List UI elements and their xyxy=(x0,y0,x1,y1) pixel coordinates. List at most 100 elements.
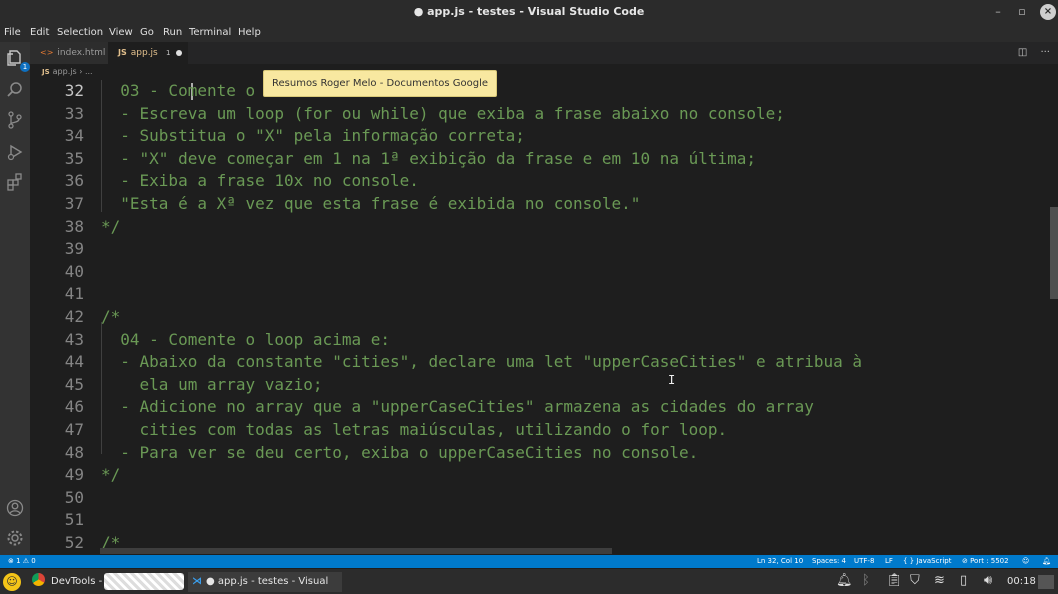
show-desktop-icon[interactable] xyxy=(1038,575,1054,589)
cursor-position[interactable]: Ln 32, Col 10 xyxy=(757,555,803,568)
close-icon[interactable]: × xyxy=(1040,4,1056,20)
vscode-icon: ⋊ xyxy=(192,576,202,587)
breadcrumb: JS app.js › ... xyxy=(30,64,1058,80)
menu-go[interactable]: Go xyxy=(140,27,154,38)
menu-run[interactable]: Run xyxy=(163,27,182,38)
line-number: 33 xyxy=(64,103,84,123)
gear-icon[interactable] xyxy=(5,528,25,548)
maximize-icon[interactable]: ▫ xyxy=(1014,4,1030,20)
line-number: 37 xyxy=(64,194,84,213)
encoding[interactable]: UTF-8 xyxy=(854,555,874,568)
line-number: 46 xyxy=(64,397,84,417)
code-line[interactable]: 33 - Escreva um loop (for ou while) que … xyxy=(30,103,1050,125)
code-text: */ xyxy=(101,216,121,236)
tab-app-js[interactable]: JS app.js 1 xyxy=(108,42,188,64)
minimize-icon[interactable]: – xyxy=(990,4,1006,20)
line-number: 42 xyxy=(64,307,84,326)
code-line[interactable]: 32 03 - Comente o xyxy=(30,80,1050,102)
code-line[interactable]: 36 - Exiba a frase 10x no console. xyxy=(30,170,1050,192)
menu-view[interactable]: View xyxy=(109,27,133,38)
code-line[interactable]: 44 - Abaixo da constante "cities", decla… xyxy=(30,351,1050,373)
notification-bell-icon[interactable]: 🔔︎ xyxy=(836,573,853,591)
language-mode[interactable]: { } JavaScript xyxy=(903,555,951,568)
title-bar: ● app.js - testes - Visual Studio Code –… xyxy=(0,0,1058,24)
bluetooth-icon[interactable]: ᛒ xyxy=(862,573,870,591)
feedback-icon[interactable]: ☺ xyxy=(1022,555,1029,568)
code-line[interactable]: 45 ela um array vazio; xyxy=(30,374,1050,396)
account-icon[interactable] xyxy=(5,498,25,518)
code-line[interactable]: 41 xyxy=(30,283,1050,305)
indentation[interactable]: Spaces: 4 xyxy=(812,555,846,568)
js-file-icon: JS xyxy=(42,68,50,76)
code-text: - Exiba a frase 10x no console. xyxy=(101,171,419,191)
redacted-area xyxy=(104,573,184,590)
live-server-port[interactable]: ⊘ Port : 5502 xyxy=(962,555,1009,568)
line-number: 34 xyxy=(64,126,84,146)
code-line[interactable]: 34 - Substitua o "X" pela informação cor… xyxy=(30,125,1050,147)
code-editor[interactable]: 32 03 - Comente o 33 - Escreva um loop (… xyxy=(30,80,1058,555)
code-line[interactable]: 42 /* xyxy=(30,306,1050,328)
explorer-badge: 1 xyxy=(20,62,30,72)
code-line[interactable]: 46 - Adicione no array que a "upperCaseC… xyxy=(30,396,1050,418)
tab-label: app.js xyxy=(130,48,158,58)
explorer-icon[interactable]: 1 xyxy=(5,48,30,72)
code-line[interactable]: 35 - "X" deve começar em 1 na 1ª exibiçã… xyxy=(30,148,1050,170)
code-text: - Para ver se deu certo, exiba o upperCa… xyxy=(101,442,699,462)
taskbar-vscode[interactable]: ⋊ ● app.js - testes - Visual St... xyxy=(188,572,342,592)
wifi-icon[interactable]: ≋ xyxy=(934,573,945,591)
code-line[interactable]: 47 cities com todas as letras maiúsculas… xyxy=(30,419,1050,441)
more-actions-icon[interactable]: ··· xyxy=(1040,47,1050,58)
line-number: 44 xyxy=(64,352,84,372)
bell-icon[interactable]: 🔔︎ xyxy=(1042,555,1051,568)
line-number: 50 xyxy=(64,487,84,507)
battery-icon[interactable]: ▯ xyxy=(960,573,967,591)
line-number: 45 xyxy=(64,374,84,394)
code-line[interactable]: 49 */ xyxy=(30,464,1050,486)
status-bar: ⊗ 1 ⚠ 0 Ln 32, Col 10 Spaces: 4 UTF-8 LF… xyxy=(0,555,1058,568)
search-icon[interactable] xyxy=(5,80,25,100)
menu-edit[interactable]: Edit xyxy=(30,27,49,38)
breadcrumb-file[interactable]: app.js xyxy=(53,67,77,76)
line-number: 36 xyxy=(64,171,84,191)
code-line[interactable]: 48 - Para ver se deu certo, exiba o uppe… xyxy=(30,442,1050,464)
code-text: "Esta é a Xª vez que esta frase é exibid… xyxy=(101,194,641,213)
code-line[interactable]: 40 xyxy=(30,261,1050,283)
clock[interactable]: 00:18 xyxy=(1007,573,1036,591)
line-number: 49 xyxy=(64,465,84,485)
run-debug-icon[interactable] xyxy=(5,142,25,162)
code-line[interactable]: 51 xyxy=(30,509,1050,531)
code-text: cities com todas as letras maiúsculas, u… xyxy=(101,420,728,439)
horizontal-scrollbar[interactable] xyxy=(100,548,612,554)
code-line[interactable]: 39 xyxy=(30,238,1050,260)
taskbar-devtools-label: DevTools - xyxy=(51,576,103,587)
taskbar-vscode-label: ● app.js - testes - Visual St... xyxy=(206,576,329,587)
menu-smiley-icon[interactable]: ☺ xyxy=(3,573,21,591)
clipboard-icon[interactable]: 📋︎ xyxy=(886,573,903,591)
menu-help[interactable]: Help xyxy=(238,27,261,38)
taskbar-devtools[interactable]: DevTools - xyxy=(32,572,102,592)
end-of-line[interactable]: LF xyxy=(885,555,893,568)
menu-terminal[interactable]: Terminal xyxy=(189,27,231,38)
shield-icon[interactable]: ⛉ xyxy=(910,573,920,591)
unsaved-dot-icon[interactable] xyxy=(176,50,182,56)
line-number: 43 xyxy=(64,329,84,349)
problems-indicator[interactable]: ⊗ 1 ⚠ 0 xyxy=(8,555,36,568)
code-text: - Abaixo da constante "cities", declare … xyxy=(101,352,862,372)
line-number: 40 xyxy=(64,261,84,281)
vertical-scrollbar[interactable] xyxy=(1050,207,1058,299)
chrome-icon xyxy=(32,573,45,586)
menu-file[interactable]: File xyxy=(4,27,21,38)
extensions-icon[interactable] xyxy=(5,172,25,192)
volume-icon[interactable]: 🔊︎ xyxy=(984,573,992,591)
code-line[interactable]: 50 xyxy=(30,487,1050,509)
tab-label: index.html xyxy=(57,48,106,58)
code-line[interactable]: 37 "Esta é a Xª vez que esta frase é exi… xyxy=(30,193,1050,215)
code-line[interactable]: 43 04 - Comente o loop acima e: xyxy=(30,329,1050,351)
split-editor-icon[interactable]: ◫ xyxy=(1018,47,1027,58)
taskbar: ☺ DevTools - ⋊ ● app.js - testes - Visual… xyxy=(0,569,1058,594)
tab-index-html[interactable]: <> index.html xyxy=(30,42,108,64)
code-line[interactable]: 38 */ xyxy=(30,216,1050,238)
source-control-icon[interactable] xyxy=(5,110,25,130)
menu-selection[interactable]: Selection xyxy=(57,27,103,38)
breadcrumb-rest[interactable]: › ... xyxy=(79,67,92,76)
